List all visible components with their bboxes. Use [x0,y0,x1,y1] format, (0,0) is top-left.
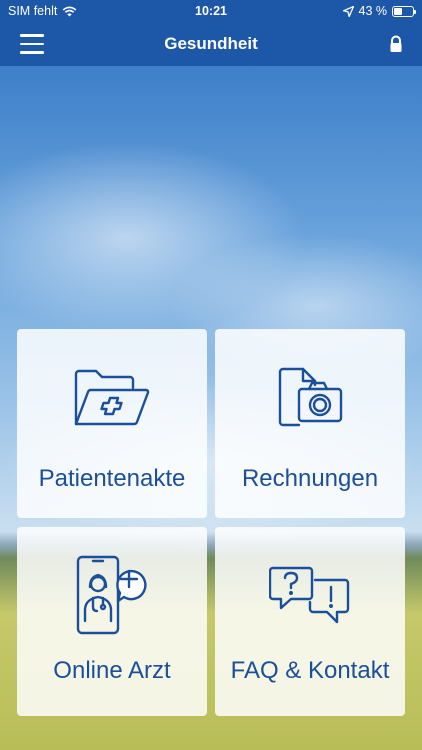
tile-label: Rechnungen [241,465,379,492]
medical-folder-icon [70,361,154,435]
lock-icon[interactable] [388,35,404,53]
status-bar: SIM fehlt 10:21 43 % [0,0,422,22]
tile-label: FAQ & Kontakt [230,657,390,684]
hamburger-menu-icon[interactable] [14,30,50,58]
battery-icon [392,5,416,17]
phone-doctor-icon [72,555,152,635]
page-title: Gesundheit [164,34,258,53]
tile-label: Patientenakte [38,465,186,492]
document-camera-icon [275,361,345,435]
tile-patientenakte[interactable]: Patientenakte [17,329,207,518]
location-arrow-icon [342,5,354,17]
navigation-bar: Gesundheit [0,22,422,66]
battery-fill [394,7,402,15]
wifi-icon [62,6,77,16]
tile-rechnungen[interactable]: Rechnungen [215,329,405,518]
tile-faq-kontakt[interactable]: FAQ & Kontakt [215,527,405,716]
question-exclamation-bubbles-icon [269,555,351,635]
tile-label: Online Arzt [53,657,171,684]
battery-percent: 43 % [358,4,388,18]
status-left: SIM fehlt [8,4,77,18]
status-right: 43 % [342,4,416,18]
tile-online-arzt[interactable]: Online Arzt [17,527,207,716]
carrier-label: SIM fehlt [8,4,58,18]
